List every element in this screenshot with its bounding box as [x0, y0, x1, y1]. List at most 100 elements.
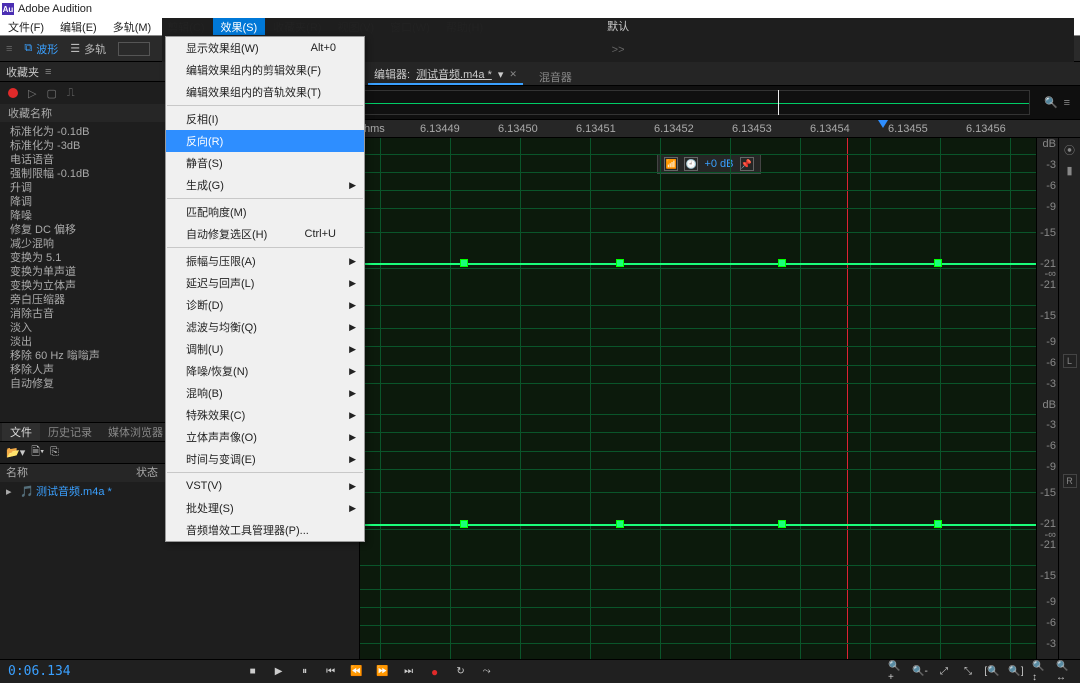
menu-edit[interactable]: 编辑(E)	[52, 18, 105, 35]
hud-clock-icon[interactable]: 🕘	[684, 157, 698, 171]
skip-selection-button[interactable]: ⤳	[479, 664, 495, 680]
panel-menu-icon[interactable]: ≡	[6, 43, 12, 55]
zoom-tool-icon[interactable]: 🔍	[1044, 96, 1058, 109]
effects-dropdown[interactable]: 显示效果组(W)Alt+0编辑效果组内的剪辑效果(F)编辑效果组内的音轨效果(T…	[165, 36, 365, 542]
menu-item[interactable]: 自动修复选区(H)Ctrl+U	[166, 223, 364, 245]
keyframe-handle[interactable]	[617, 260, 623, 266]
tab-files[interactable]: 文件	[2, 423, 40, 441]
channel-right-indicator[interactable]: R	[1063, 474, 1077, 488]
menu-help[interactable]: 帮助(H)	[438, 18, 491, 35]
menu-item[interactable]: 混响(B)▶	[166, 382, 364, 404]
menu-view[interactable]: 视图(V)	[329, 18, 382, 35]
waveform-canvas[interactable]: 📶 🕘 +0 dB 📌	[360, 138, 1036, 659]
menu-item[interactable]: 生成(G)▶	[166, 174, 364, 196]
keyframe-handle[interactable]	[779, 260, 785, 266]
skip-start-button[interactable]: ⏮	[323, 664, 339, 680]
menu-item[interactable]: 降噪/恢复(N)▶	[166, 360, 364, 382]
menu-favorites[interactable]: 收藏夹(R)	[265, 18, 329, 35]
tab-history[interactable]: 历史记录	[40, 423, 100, 441]
record-button[interactable]: ●	[427, 664, 443, 680]
editor-tabs[interactable]: 编辑器: 测试音频.m4a * ▾ ✕ 混音器	[360, 62, 1080, 86]
menu-multitrack[interactable]: 多轨(M)	[105, 18, 160, 35]
keyframe-handle[interactable]	[461, 260, 467, 266]
new-file-icon[interactable]: 🗎▾	[31, 443, 44, 462]
workspace-more[interactable]: >>	[612, 44, 625, 56]
menu-item[interactable]: 延迟与回声(L)▶	[166, 272, 364, 294]
menu-item[interactable]: 匹配响度(M)	[166, 201, 364, 223]
forward-button[interactable]: ⏩	[375, 664, 391, 680]
keyframe-handle[interactable]	[779, 521, 785, 527]
editor-tab-dropdown-icon[interactable]: ▾	[498, 68, 504, 81]
editor-tab-close-icon[interactable]: ✕	[509, 69, 517, 80]
timeline-ruler[interactable]: hms 6.134496.134506.134516.134526.134536…	[360, 120, 1080, 138]
menu-item[interactable]: 调制(U)▶	[166, 338, 364, 360]
stop-favorite-icon[interactable]: ▢	[46, 87, 56, 100]
zoom-vert-out-icon[interactable]: 🔍↔	[1056, 664, 1072, 680]
spectrum-toggle-icon[interactable]: ⦿	[1064, 142, 1075, 158]
tool-slot[interactable]	[118, 42, 150, 56]
menu-item[interactable]: 反相(I)	[166, 108, 364, 130]
workspace-default[interactable]: 默认	[607, 18, 629, 34]
view-waveform[interactable]: ⧉波形	[24, 41, 58, 57]
zoom-vert-in-icon[interactable]: 🔍↕	[1032, 664, 1048, 680]
overview-strip[interactable]: 🔍 ≡	[360, 86, 1080, 120]
menu-window[interactable]: 窗口(W)	[382, 18, 438, 35]
menu-item[interactable]: 编辑效果组内的剪辑效果(F)	[166, 59, 364, 81]
open-file-icon[interactable]: 📂▾	[6, 446, 25, 459]
menu-item[interactable]: 显示效果组(W)Alt+0	[166, 37, 364, 59]
menu-item[interactable]: 反向(R)	[166, 130, 364, 152]
menu-item[interactable]: 立体声声像(O)▶	[166, 426, 364, 448]
loop-button[interactable]: ↻	[453, 664, 469, 680]
insert-icon[interactable]: ⎘	[50, 446, 59, 459]
edit-favorite-icon[interactable]: ⎍	[67, 87, 75, 100]
pan-toggle-icon[interactable]: ▮	[1066, 164, 1072, 177]
menu-item[interactable]: 音频增效工具管理器(P)...	[166, 519, 364, 541]
list-tool-icon[interactable]: ≡	[1064, 97, 1070, 109]
play-favorite-icon[interactable]: ▷	[28, 87, 36, 100]
menu-clip[interactable]: 剪辑(C)	[159, 18, 212, 35]
record-favorite-icon[interactable]	[8, 88, 18, 98]
stop-button[interactable]: ■	[245, 664, 261, 680]
hud-bars-icon[interactable]: 📶	[664, 157, 678, 171]
overview-waveform[interactable]	[364, 90, 1030, 115]
zoom-out-icon[interactable]: 🔍-	[912, 664, 928, 680]
keyframe-handle[interactable]	[461, 521, 467, 527]
zoom-in-icon[interactable]: 🔍+	[888, 664, 904, 680]
zoom-fit-icon[interactable]: ⤢	[936, 664, 952, 680]
col-name[interactable]: 名称	[6, 464, 136, 482]
menu-file[interactable]: 文件(F)	[0, 18, 52, 35]
mixer-tab[interactable]: 混音器	[539, 69, 572, 85]
menu-item[interactable]: 振幅与压限(A)▶	[166, 250, 364, 272]
keyframe-handle[interactable]	[617, 521, 623, 527]
menu-item[interactable]: 特殊效果(C)▶	[166, 404, 364, 426]
zoom-out-time-icon[interactable]: 🔍]	[1008, 664, 1024, 680]
keyframe-handle[interactable]	[935, 521, 941, 527]
keyframe-handle[interactable]	[935, 260, 941, 266]
rewind-button[interactable]: ⏪	[349, 664, 365, 680]
expand-icon[interactable]: ▸	[6, 485, 20, 498]
favorites-panel-menu-icon[interactable]: ≡	[45, 66, 51, 78]
menu-item[interactable]: 时间与变调(E)▶	[166, 448, 364, 470]
menu-item[interactable]: VST(V)▶	[166, 475, 364, 497]
play-button[interactable]: ▶	[271, 664, 287, 680]
zoom-in-time-icon[interactable]: [🔍	[984, 664, 1000, 680]
hud-pin-icon[interactable]: 📌	[740, 157, 754, 171]
menu-item[interactable]: 编辑效果组内的音轨效果(T)	[166, 81, 364, 103]
menu-effects[interactable]: 效果(S)	[213, 18, 266, 35]
tab-media-browser[interactable]: 媒体浏览器	[100, 423, 171, 441]
skip-end-button[interactable]: ⏭	[401, 664, 417, 680]
col-fav-name[interactable]: 收藏名称	[8, 105, 52, 121]
file-name[interactable]: 测试音频.m4a *	[36, 483, 136, 499]
timecode[interactable]: 0:06.134	[8, 664, 71, 679]
playhead-marker[interactable]	[878, 120, 888, 128]
menu-item[interactable]: 诊断(D)▶	[166, 294, 364, 316]
menu-item[interactable]: 批处理(S)▶	[166, 497, 364, 519]
channel-left-indicator[interactable]: L	[1063, 354, 1077, 368]
overview-playhead[interactable]	[778, 90, 779, 115]
menu-item[interactable]: 滤波与均衡(Q)▶	[166, 316, 364, 338]
editor-tab[interactable]: 编辑器: 测试音频.m4a * ▾ ✕	[368, 65, 523, 85]
playhead-line[interactable]	[847, 138, 848, 659]
pause-button[interactable]: ⏸	[297, 664, 313, 680]
view-multitrack[interactable]: ☰多轨	[70, 41, 106, 57]
zoom-selection-icon[interactable]: ⤡	[960, 664, 976, 680]
